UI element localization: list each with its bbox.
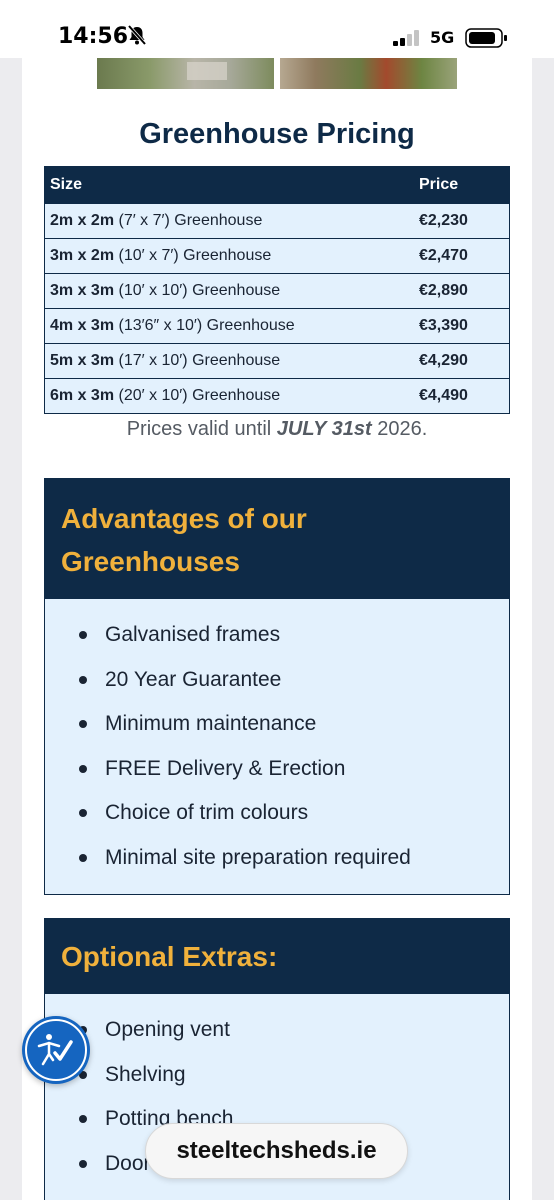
size-cell: 3m x 3m (10′ x 10′) Greenhouse — [45, 282, 419, 300]
greenhouse-photo-right[interactable] — [280, 58, 457, 89]
accessibility-button[interactable] — [22, 1016, 90, 1084]
size-metric: 3m x 3m — [50, 282, 115, 299]
size-imperial: (10′ x 7′) Greenhouse — [114, 247, 272, 264]
greenhouse-photo-left[interactable] — [97, 58, 274, 89]
size-metric: 6m x 3m — [50, 387, 115, 404]
list-item: Minimum maintenance — [79, 708, 509, 753]
size-metric: 5m x 3m — [50, 352, 115, 369]
list-item: Shelving — [79, 1059, 509, 1104]
valid-prefix: Prices valid until — [126, 418, 277, 440]
size-cell: 4m x 3m (13′6″ x 10′) Greenhouse — [45, 317, 419, 335]
pricing-title: Greenhouse Pricing — [139, 118, 415, 150]
valid-suffix: 2026. — [371, 418, 428, 440]
size-metric: 2m x 2m — [50, 212, 115, 229]
price-cell: €3,390 — [419, 317, 468, 334]
status-bar: 14:56 5G — [0, 0, 554, 58]
advantages-title: Advantages of our Greenhouses — [45, 479, 509, 599]
battery-icon — [465, 28, 509, 53]
table-row: 3m x 3m (10′ x 10′) Greenhouse €2,890 — [45, 273, 509, 308]
size-imperial: (20′ x 10′) Greenhouse — [114, 387, 281, 404]
optional-extras-title: Optional Extras: — [45, 919, 509, 994]
size-cell: 6m x 3m (20′ x 10′) Greenhouse — [45, 387, 419, 405]
size-imperial: (7′ x 7′) Greenhouse — [114, 212, 263, 229]
price-cell: €2,470 — [419, 247, 468, 264]
list-item: FREE Delivery & Erection — [79, 753, 509, 798]
valid-date: JULY 31st — [276, 418, 372, 440]
size-imperial: (10′ x 10′) Greenhouse — [114, 282, 281, 299]
column-header-price: Price — [419, 176, 459, 193]
page-gutter-right — [532, 58, 554, 1200]
table-row: 2m x 2m (7′ x 7′) Greenhouse €2,230 — [45, 203, 509, 238]
list-item: Minimal site preparation required — [79, 842, 509, 887]
table-row: 6m x 3m (20′ x 10′) Greenhouse €4,490 — [45, 378, 509, 413]
prices-valid-note: Prices valid until JULY 31st 2026. — [22, 418, 532, 441]
size-cell: 2m x 2m (7′ x 7′) Greenhouse — [45, 212, 419, 230]
price-cell: €2,890 — [419, 282, 468, 299]
list-item: Opening vent — [79, 1014, 509, 1059]
advantages-list: Galvanised frames 20 Year Guarantee Minimu… — [45, 599, 509, 886]
size-imperial: (17′ x 10′) Greenhouse — [114, 352, 281, 369]
page-gutter-left — [0, 58, 22, 1200]
list-item: 20 Year Guarantee — [79, 664, 509, 709]
table-row: 5m x 3m (17′ x 10′) Greenhouse €4,290 — [45, 343, 509, 378]
status-time: 14:56 — [58, 24, 129, 49]
page-content[interactable]: Greenhouse Pricing Size Price 2m x 2m (7… — [22, 58, 532, 1200]
accessibility-icon — [22, 1019, 90, 1088]
size-cell: 3m x 2m (10′ x 7′) Greenhouse — [45, 247, 419, 265]
size-metric: 3m x 2m — [50, 247, 115, 264]
list-item: Galvanised frames — [79, 619, 509, 664]
bell-slash-icon — [126, 24, 148, 51]
price-cell: €4,490 — [419, 387, 468, 404]
table-row: 3m x 2m (10′ x 7′) Greenhouse €2,470 — [45, 238, 509, 273]
size-cell: 5m x 3m (17′ x 10′) Greenhouse — [45, 352, 419, 370]
size-metric: 4m x 3m — [50, 317, 115, 334]
price-cell: €2,230 — [419, 212, 468, 229]
pricing-table: Size Price 2m x 2m (7′ x 7′) Greenhouse €… — [44, 166, 510, 414]
pricing-table-header: Size Price — [45, 167, 509, 203]
list-item: Choice of trim colours — [79, 797, 509, 842]
table-row: 4m x 3m (13′6″ x 10′) Greenhouse €3,390 — [45, 308, 509, 343]
signal-icon — [393, 30, 423, 51]
network-label: 5G — [430, 28, 455, 47]
advantages-box: Advantages of our Greenhouses Galvanised… — [44, 478, 510, 895]
advantages-title-line2: Greenhouses — [61, 546, 240, 577]
url-bar-domain[interactable]: steeltechsheds.ie — [145, 1123, 408, 1179]
size-imperial: (13′6″ x 10′) Greenhouse — [114, 317, 295, 334]
advantages-title-line1: Advantages of our — [61, 503, 307, 534]
price-cell: €4,290 — [419, 352, 468, 369]
column-header-size: Size — [50, 176, 83, 193]
